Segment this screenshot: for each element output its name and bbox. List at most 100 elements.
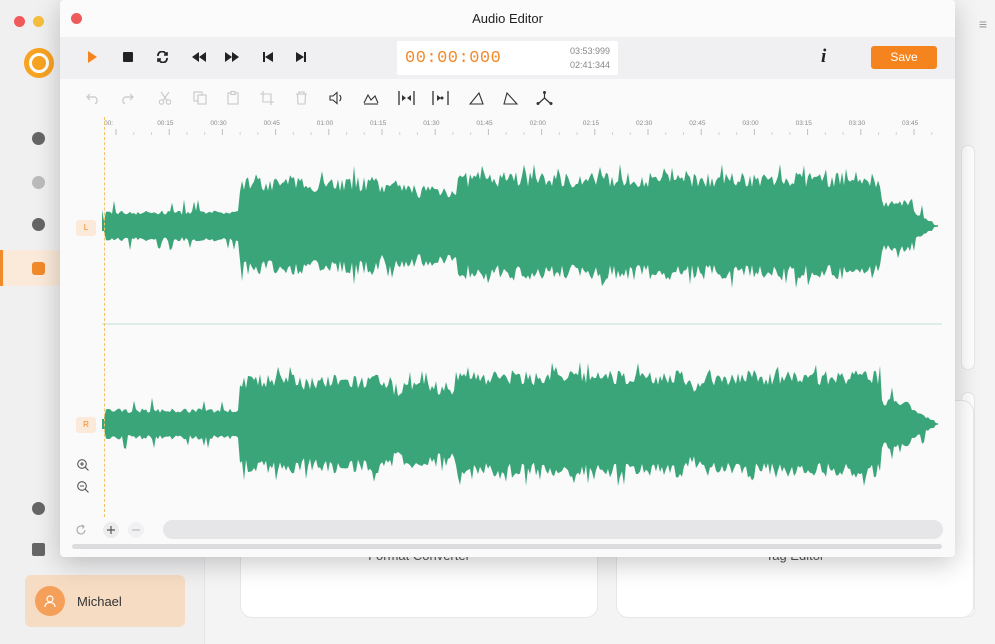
fast-forward-button[interactable] [224,49,240,65]
waveform-display [102,164,942,486]
stop-button[interactable] [120,49,136,65]
ruler-tick-label: 01:15 [370,120,387,127]
mail-icon [32,542,45,556]
split-icon [536,91,552,105]
playhead-marker[interactable] [104,117,105,517]
save-button[interactable]: Save [871,46,937,69]
split-button[interactable] [535,89,553,107]
loop-button[interactable] [154,49,170,65]
rewind-button[interactable] [191,49,207,65]
stop-icon [123,52,133,62]
gear-icon [32,501,45,515]
close-button[interactable] [71,13,82,24]
trash-icon [295,91,307,105]
copy-button[interactable] [191,89,209,107]
trim-end-button[interactable] [431,89,449,107]
window-titlebar: Audio Editor [60,0,955,37]
undo-icon [86,93,98,104]
bg-minimize-dot[interactable] [33,16,44,27]
ruler-tick-label: 00: [104,120,113,127]
timeline-zoom-bar [60,517,955,543]
reset-zoom-button[interactable] [75,523,89,537]
ruler-tick-label: 02:30 [636,120,653,127]
avatar [35,586,65,616]
trim-start-icon [397,91,415,105]
speaker-icon [328,91,341,105]
ruler-tick-label: 03:15 [796,120,813,127]
fast-forward-icon [225,52,239,62]
fade-in-button[interactable] [467,89,485,107]
refresh-icon [76,524,86,535]
trim-end-icon [431,91,449,105]
background-card-top-right [961,145,975,370]
cut-button[interactable] [156,89,174,107]
info-button[interactable]: i [821,46,826,68]
edit-toolbar [60,79,955,117]
current-time: 00:00:000 [405,49,502,68]
zoom-in-icon [77,459,89,471]
ruler-tick-label: 03:45 [902,120,919,127]
ruler-tick-label: 03:30 [849,120,866,127]
timeline-zoom-out-button[interactable] [128,522,144,538]
ruler-tick-label: 02:00 [530,120,547,127]
redo-icon [122,93,134,104]
delete-button[interactable] [292,89,310,107]
background-window-controls [14,16,44,27]
minus-icon [132,529,140,531]
skip-to-end-button[interactable] [293,49,309,65]
skip-end-icon [296,52,306,62]
ruler-tick-label: 00:30 [210,120,227,127]
left-channel-label[interactable]: L [76,220,96,236]
app-logo [24,48,54,78]
paste-button[interactable] [224,89,242,107]
rewind-icon [192,52,206,62]
envelope-icon [363,93,379,105]
horizontal-scrollbar[interactable] [72,544,942,549]
play-button[interactable] [84,49,100,65]
zoom-out-button[interactable] [76,480,90,494]
hamburger-menu-icon[interactable]: ≡ [979,16,987,32]
right-channel-label[interactable]: R [76,417,96,433]
copy-icon [193,91,207,105]
bg-close-dot[interactable] [14,16,25,27]
total-duration: 03:53:999 [569,46,610,56]
loop-icon [156,51,168,63]
ruler-tick-label: 00:45 [264,120,281,127]
zoom-in-button[interactable] [76,458,90,472]
ruler-ticks: 00: 00:15 00:30 00:45 01:00 01:15 01:30 01:45 02… [104,120,950,135]
selection-duration: 02:41:344 [569,60,610,70]
window-title: Audio Editor [472,11,543,26]
clock-icon [32,217,45,231]
trim-start-button[interactable] [397,89,415,107]
ruler-tick-label: 01:45 [476,120,493,127]
timeline-scrollbar[interactable] [163,520,943,539]
skip-start-icon [263,52,273,62]
ruler-tick-label: 00:15 [157,120,174,127]
app-root: Michael ≡ Format Converter Tag Editor Au… [0,0,995,644]
ruler-tick-label: 03:00 [742,120,759,127]
transport-bar: 00:00:000 03:53:999 02:41:344 i Save [60,37,955,79]
user-profile[interactable]: Michael [25,575,185,627]
timeline-ruler[interactable]: 00: 00:15 00:30 00:45 01:00 01:15 01:30 01:45 02… [102,117,950,139]
redo-button[interactable] [118,89,136,107]
audio-editor-window: Audio Editor 00:00:000 03:53:999 02:41:3… [60,0,955,557]
zoom-out-icon [77,481,89,493]
ruler-tick-label: 02:15 [583,120,600,127]
plus-icon [107,526,115,534]
timecode-display: 00:00:000 03:53:999 02:41:344 [397,41,618,75]
ruler-tick-label: 01:30 [423,120,440,127]
timeline-zoom-in-button[interactable] [103,522,119,538]
fade-out-button[interactable] [501,89,519,107]
toolbox-icon [32,261,45,275]
crop-button[interactable] [258,89,276,107]
skip-to-start-button[interactable] [260,49,276,65]
crop-icon [260,91,274,105]
volume-button[interactable] [327,89,345,107]
home-icon [32,131,45,145]
ruler-tick-label: 01:00 [317,120,334,127]
waveform-area[interactable] [102,138,942,513]
play-icon [88,51,97,63]
scissors-icon [158,91,172,105]
undo-button[interactable] [84,89,102,107]
envelope-button[interactable] [362,89,380,107]
